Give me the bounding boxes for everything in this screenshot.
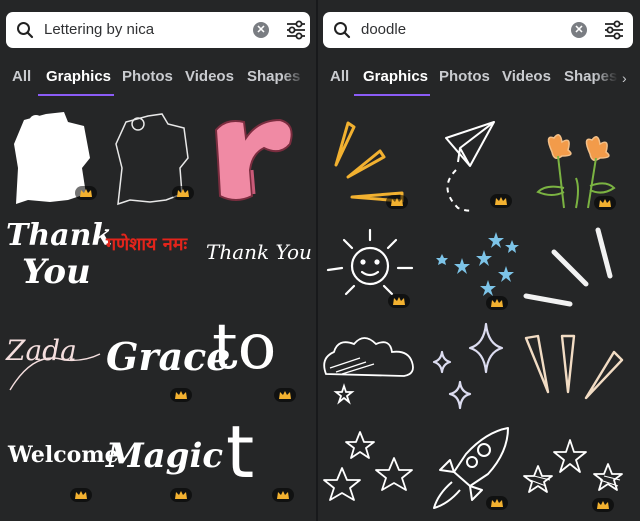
beige-rays-graphic	[524, 334, 624, 400]
crown-icon	[491, 299, 503, 307]
graphic-couple-silhouette[interactable]	[6, 108, 101, 208]
premium-badge	[170, 488, 192, 502]
thank-you-script-text: Thank You	[206, 240, 312, 264]
crown-icon	[495, 197, 507, 205]
tab-all[interactable]: All	[330, 68, 349, 85]
graphic-orange-flowers[interactable]	[526, 128, 626, 218]
search-input[interactable]: Lettering by nica	[44, 21, 154, 38]
white-strokes-graphic	[523, 227, 613, 307]
graphic-cloud-doodle[interactable]	[320, 328, 420, 408]
premium-badge	[386, 195, 408, 209]
search-panel-lettering: Lettering by nica ✕ All Graphics Photos …	[0, 0, 316, 521]
crown-icon	[175, 391, 187, 399]
graphic-outline-stars[interactable]	[322, 428, 422, 514]
active-tab-indicator	[354, 94, 430, 96]
clear-icon[interactable]: ✕	[571, 22, 587, 38]
tab-videos[interactable]: Videos	[502, 68, 551, 85]
graphic-welcome-lettering[interactable]: Welcome	[4, 432, 119, 512]
crown-icon	[393, 297, 405, 305]
premium-badge	[486, 496, 508, 510]
premium-badge	[170, 388, 192, 402]
premium-badge	[172, 186, 194, 200]
graphic-smiling-sun[interactable]	[322, 222, 422, 312]
graphic-yellow-rays[interactable]	[322, 115, 417, 215]
tab-fade	[282, 66, 316, 96]
graphic-blue-stars[interactable]	[422, 230, 522, 312]
t-text: t	[226, 410, 255, 494]
tab-bar: All Graphics Photos Videos Shapes	[0, 66, 316, 98]
premium-badge	[75, 186, 97, 200]
crown-icon	[599, 199, 611, 207]
graphic-paper-plane[interactable]	[428, 118, 523, 218]
graphic-rocket[interactable]	[426, 424, 521, 514]
graphic-zada-script[interactable]: Zada	[4, 320, 104, 400]
chevron-right-icon[interactable]: ›	[622, 70, 627, 86]
premium-badge	[592, 498, 614, 512]
crown-icon	[177, 189, 189, 197]
tab-graphics[interactable]: Graphics	[363, 68, 428, 85]
tab-photos[interactable]: Photos	[439, 68, 490, 85]
crown-icon	[491, 499, 503, 507]
sparkles-graphic	[432, 322, 504, 410]
crown-icon	[75, 491, 87, 499]
search-panel-doodle: doodle ✕ All Graphics Photos Videos Shap…	[318, 0, 640, 521]
graphic-white-strokes[interactable]	[523, 222, 624, 312]
graphic-thank-you-script[interactable]: Thank You	[206, 236, 312, 276]
graphic-couple-outline[interactable]	[110, 108, 205, 208]
graphic-grace-lettering[interactable]: Grace	[104, 322, 230, 406]
clear-icon[interactable]: ✕	[253, 22, 269, 38]
crown-icon	[279, 391, 291, 399]
ganeshaya-text: गणेशाय नमः	[106, 234, 188, 255]
you-text: You	[22, 252, 91, 292]
crown-icon	[277, 491, 289, 499]
search-bar[interactable]: doodle ✕	[323, 12, 633, 48]
welcome-text: Welcome	[8, 442, 119, 468]
tab-graphics[interactable]: Graphics	[46, 68, 111, 85]
graphic-to-lettering[interactable]: to	[206, 310, 306, 406]
crown-icon	[597, 501, 609, 509]
tab-bar: All Graphics Photos Videos Shapes ›	[318, 66, 640, 98]
letter-r-graphic	[214, 118, 293, 201]
to-text: to	[212, 310, 277, 384]
tab-photos[interactable]: Photos	[122, 68, 173, 85]
graphic-letter-t-heart[interactable]: t	[206, 410, 306, 512]
crown-icon	[175, 491, 187, 499]
tab-videos[interactable]: Videos	[185, 68, 234, 85]
graphic-sparkles[interactable]	[426, 320, 521, 415]
search-icon	[17, 22, 34, 39]
graphic-magic-lettering[interactable]: Magic	[104, 428, 223, 512]
cloud-doodle-graphic	[323, 337, 414, 405]
premium-badge	[388, 294, 410, 308]
graphic-beige-rays[interactable]	[524, 332, 624, 412]
crown-icon	[391, 198, 403, 206]
filter-icon[interactable]	[603, 19, 625, 41]
premium-badge	[274, 388, 296, 402]
graphic-letter-r-pink[interactable]	[206, 110, 304, 208]
premium-badge	[272, 488, 294, 502]
graphic-ganeshaya-namah[interactable]: गणेशाय नमः	[104, 230, 206, 270]
premium-badge	[594, 196, 616, 210]
premium-badge	[490, 194, 512, 208]
premium-badge	[486, 296, 508, 310]
premium-badge	[70, 488, 92, 502]
outline-stars-graphic	[323, 431, 413, 501]
search-input[interactable]: doodle	[361, 21, 406, 38]
filter-icon[interactable]	[285, 19, 307, 41]
crown-icon	[80, 189, 92, 197]
graphic-thank-you-lettering[interactable]: Thank You	[4, 218, 112, 304]
tab-all[interactable]: All	[12, 68, 31, 85]
active-tab-indicator	[38, 94, 114, 96]
graphic-striped-stars[interactable]	[523, 436, 624, 514]
search-bar[interactable]: Lettering by nica ✕	[6, 12, 310, 48]
zada-flourish	[9, 353, 101, 391]
search-icon	[334, 22, 351, 39]
thank-text: Thank	[6, 218, 113, 253]
